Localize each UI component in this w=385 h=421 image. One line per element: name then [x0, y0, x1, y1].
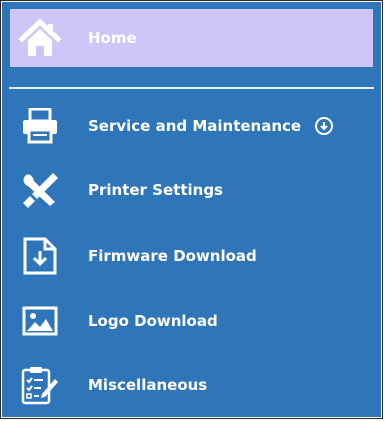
- tools-icon: [18, 168, 62, 212]
- menu-item-label: Firmware Download: [88, 247, 257, 265]
- menu-item-service-and-maintenance[interactable]: Service and Maintenance: [10, 100, 373, 152]
- menu-item-label: Home: [88, 29, 137, 47]
- menu-item-printer-settings[interactable]: Printer Settings: [10, 164, 373, 216]
- file-download-icon: [18, 234, 62, 278]
- menu-item-miscellaneous[interactable]: Miscellaneous: [10, 359, 373, 411]
- menu-item-label: Miscellaneous: [88, 376, 208, 394]
- menu-panel: Home Service and Maintenance Printer Set…: [2, 2, 381, 417]
- menu-item-label: Logo Download: [88, 312, 218, 330]
- menu-item-logo-download[interactable]: Logo Download: [10, 295, 373, 347]
- circle-arrow-down-icon[interactable]: [315, 117, 334, 135]
- image-icon: [18, 299, 62, 343]
- home-icon: [18, 16, 62, 60]
- checklist-icon: [18, 363, 62, 407]
- printer-icon: [18, 104, 62, 148]
- menu-item-label: Service and Maintenance: [88, 117, 302, 135]
- menu-item-label: Printer Settings: [88, 181, 223, 199]
- navigation-menu: Home Service and Maintenance Printer Set…: [0, 0, 383, 419]
- menu-item-firmware-download[interactable]: Firmware Download: [10, 230, 373, 282]
- menu-item-home[interactable]: Home: [10, 9, 373, 67]
- divider: [9, 87, 374, 89]
